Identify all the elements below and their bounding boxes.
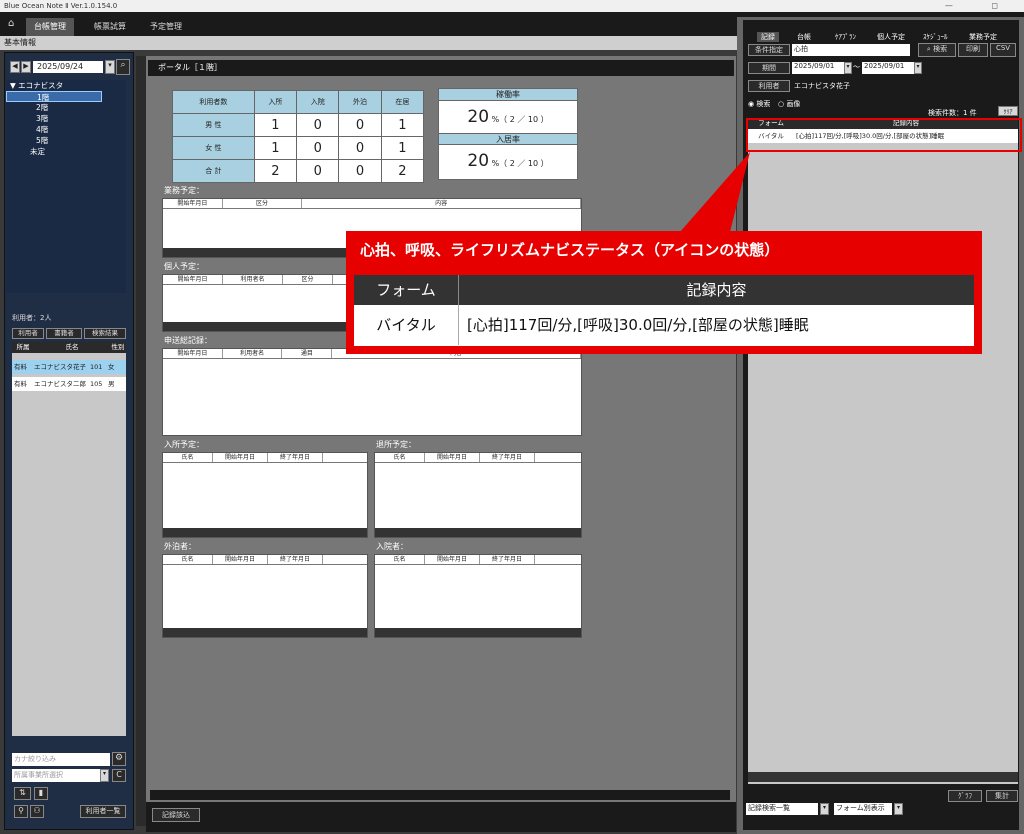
search-icon: ⌕ — [926, 45, 931, 53]
tree-item-2f[interactable]: 2階 — [6, 102, 126, 113]
tab-personal[interactable]: 個人予定 — [877, 32, 905, 42]
kana-filter-input[interactable]: カナ絞り込み — [12, 753, 110, 766]
list-select-dropdown[interactable]: ▾ — [820, 803, 829, 815]
callout-title: 心拍、呼吸、ライフリズムナビステータス（アイコンの状態） — [360, 241, 780, 259]
discharge-title: 退所予定： — [376, 440, 416, 449]
refresh-icon[interactable]: C — [112, 769, 126, 782]
tab-ledger[interactable]: 台帳管理 — [26, 18, 74, 36]
stayout-grid: 氏名 開始年月日 終了年月日 — [162, 554, 368, 638]
tab-registered[interactable]: 書籍者 — [46, 328, 82, 339]
title-bar: Blue Ocean Note Ⅱ Ver.1.0.154.0— ◻ — [0, 0, 1024, 12]
date-field[interactable]: 2025/09/24 — [33, 61, 103, 73]
home-icon[interactable]: ⌂ — [8, 18, 14, 29]
user-list-button[interactable]: 利用者一覧 — [80, 805, 126, 818]
splitter[interactable] — [136, 56, 146, 826]
user-list-header: 所属 氏名 性別 — [12, 342, 126, 353]
tab-business[interactable]: 業務予定 — [969, 32, 997, 42]
floor-tree: ▼ エコナビスタ 1階 2階 3階 4階 5階 未定 — [6, 80, 126, 293]
admit-grid: 氏名 開始年月日 終了年月日 — [162, 452, 368, 538]
tab-records[interactable]: 記録 — [757, 32, 779, 42]
graph-button[interactable]: ｸﾞﾗﾌ — [948, 790, 982, 802]
hospital-grid: 氏名 開始年月日 終了年月日 — [374, 554, 582, 638]
user-row[interactable]: 有料 エコナビスタ花子 101 女 — [12, 360, 126, 374]
handover-title: 申送総記録： — [164, 336, 212, 345]
search-button[interactable]: ⌕ 検索 — [918, 43, 956, 57]
user-icon[interactable]: ⚲ — [14, 805, 28, 818]
dept-dropdown-icon[interactable]: ▾ — [100, 769, 109, 782]
user-count: 利用者：2人 — [12, 314, 52, 322]
tree-item-1f[interactable]: 1階 — [6, 91, 102, 102]
list-select[interactable]: 記録検索一覧 — [746, 803, 818, 815]
form-select-dropdown[interactable]: ▾ — [894, 803, 903, 815]
tree-item-undecided[interactable]: 未定 — [6, 146, 126, 157]
records-scrollbar[interactable] — [748, 772, 1018, 782]
records-grid: フォーム 記録内容 バイタル [心拍]117回/分,[呼吸]30.0回/分,[部屋の… — [748, 118, 1018, 784]
handover-grid: 開始年月日利用者名通目内容 — [162, 348, 582, 436]
window-controls[interactable]: — ◻ — [945, 0, 1016, 12]
tab-search-results[interactable]: 検索結果 — [84, 328, 126, 339]
door-icon[interactable]: ▮ — [34, 787, 48, 800]
user-value: エコナビスタ花子 — [794, 82, 850, 90]
user-row[interactable]: 有料 エコナビスタ二郎 105 男 — [12, 377, 126, 391]
clear-button[interactable]: ｸﾘｱ — [998, 106, 1018, 116]
personal-title: 個人予定： — [164, 262, 204, 271]
calendar-dropdown[interactable]: ▾ — [105, 60, 115, 74]
stayout-title: 外泊者： — [164, 542, 196, 551]
tree-item-4f[interactable]: 4階 — [6, 124, 126, 135]
dept-select[interactable]: 所属事業所選択 — [12, 769, 100, 782]
condition-input[interactable]: 心拍 — [792, 44, 910, 56]
portal-footer — [146, 802, 736, 832]
prev-date-button[interactable]: ◀ — [10, 61, 20, 73]
search-icon[interactable]: ⌕ — [116, 59, 130, 75]
callout-table: フォーム 記録内容 バイタル [心拍]117回/分,[呼吸]30.0回/分,[部屋の… — [354, 275, 974, 346]
discharge-grid: 氏名 開始年月日 終了年月日 — [374, 452, 582, 538]
condition-label: 条件指定 — [748, 44, 790, 56]
form-select[interactable]: フォーム別表示 — [834, 803, 892, 815]
rates-box: 稼働率 20 %（ 2 ／ 10 ） 入居率 20 %（ 2 ／ 10 ） — [438, 88, 578, 180]
admit-title: 入所予定： — [164, 440, 204, 449]
period-label: 期間 — [748, 62, 790, 74]
hospital-title: 入院者： — [376, 542, 408, 551]
tab-schedule[interactable]: 予定管理 — [142, 18, 190, 36]
business-title: 業務予定： — [164, 186, 204, 195]
total-button[interactable]: 集計 — [986, 790, 1018, 802]
settings-gear-icon[interactable]: ⚙ — [112, 752, 126, 766]
group-icon[interactable]: ⚇ — [30, 805, 44, 818]
callout-box: 心拍、呼吸、ライフリズムナビステータス（アイコンの状態） フォーム 記録内容 バイ… — [346, 231, 982, 354]
date-to-dropdown[interactable]: ▾ — [914, 62, 922, 74]
tab-ledger-right[interactable]: 台帳 — [797, 32, 811, 42]
tab-calendar[interactable]: ｽｹｼﾞｭｰﾙ — [923, 32, 948, 42]
date-from-field[interactable]: 2025/09/01 — [792, 62, 844, 74]
radio-search[interactable]: ◉ 検索 — [748, 99, 770, 109]
radio-image[interactable]: ○ 画像 — [778, 99, 800, 109]
portal-title: ポータル［１階］ — [148, 60, 734, 76]
occupancy-table: 利用者数 入所 入院 外泊 在居 男 性1001 女 性1001 合 計2002 — [172, 90, 425, 183]
tab-users[interactable]: 利用者 — [12, 328, 44, 339]
date-from-dropdown[interactable]: ▾ — [844, 62, 852, 74]
sort-users-icon[interactable]: ⇅ — [14, 787, 31, 800]
tree-item-5f[interactable]: 5階 — [6, 135, 126, 146]
tab-reports[interactable]: 帳票試算 — [86, 18, 134, 36]
date-to-field[interactable]: 2025/09/01 — [862, 62, 914, 74]
portal-scrollbar[interactable] — [150, 790, 730, 800]
user-label: 利用者 — [748, 80, 790, 92]
highlight-box — [746, 118, 1022, 152]
result-count: 検索件数：1 件 — [928, 109, 977, 117]
load-records-button[interactable]: 記録該込 — [152, 808, 200, 822]
print-button[interactable]: 印刷 — [958, 43, 988, 57]
tab-careplan[interactable]: ｹｱﾌﾟﾗﾝ — [835, 32, 856, 42]
tree-root[interactable]: ▼ エコナビスタ — [6, 80, 126, 91]
csv-button[interactable]: CSV — [990, 43, 1016, 57]
tree-item-3f[interactable]: 3階 — [6, 113, 126, 124]
tilde: ～ — [853, 63, 860, 71]
next-date-button[interactable]: ▶ — [21, 61, 31, 73]
user-list: 所属 氏名 性別 有料 エコナビスタ花子 101 女 有料 エコナビスタ二郎 105 男 — [12, 342, 126, 736]
